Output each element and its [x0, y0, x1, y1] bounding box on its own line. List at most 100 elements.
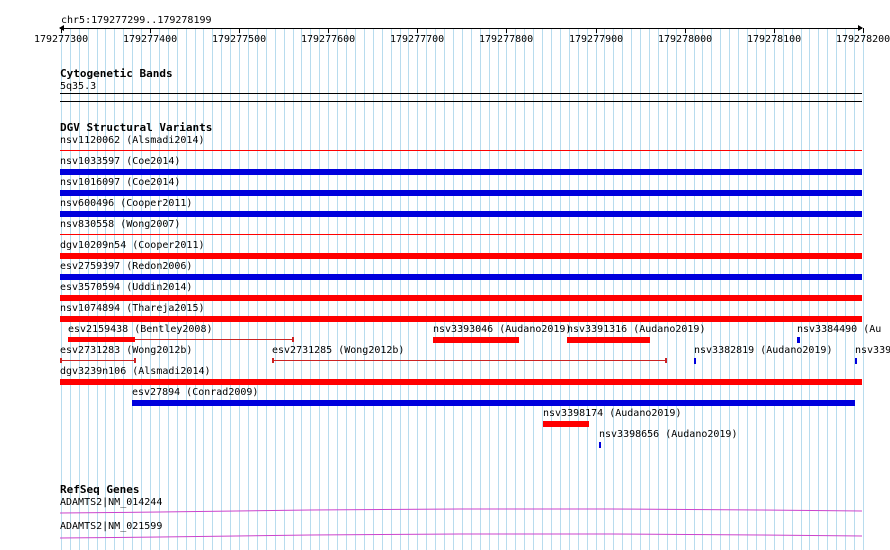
variant-line[interactable] — [60, 150, 862, 151]
variant-label[interactable]: nsv3398174 (Audano2019) — [543, 408, 681, 419]
grid-line — [738, 28, 739, 550]
variant-label[interactable]: nsv3398656 (Audano2019) — [599, 429, 737, 440]
variant-label[interactable]: nsv339 — [855, 345, 890, 356]
grid-line — [640, 28, 641, 550]
variant-bar[interactable] — [567, 337, 650, 343]
variant-bar[interactable] — [132, 400, 855, 406]
variant-label[interactable]: nsv830558 (Wong2007) — [60, 219, 180, 230]
variant-bar[interactable] — [68, 337, 135, 342]
ruler-tick-label: 179278000 — [658, 34, 713, 45]
grid-line — [373, 28, 374, 550]
ruler-tick-label: 179278200 — [836, 34, 890, 45]
grid-line — [631, 28, 632, 550]
cytoband-band[interactable] — [60, 93, 862, 94]
variant-end-cap[interactable] — [665, 358, 667, 363]
variant-bar[interactable] — [694, 358, 696, 364]
variant-label[interactable]: esv3570594 (Uddin2014) — [60, 282, 192, 293]
grid-line — [569, 28, 570, 550]
grid-line — [667, 28, 668, 550]
ruler-tick-label: 179277600 — [301, 34, 356, 45]
grid-line — [863, 28, 864, 550]
variant-end-cap[interactable] — [292, 337, 294, 342]
ruler-tick-mark — [61, 28, 62, 33]
ruler-axis — [60, 28, 862, 29]
variant-bar[interactable] — [855, 358, 857, 364]
variant-bar[interactable] — [60, 379, 862, 385]
ruler-tick-label: 179277400 — [123, 34, 178, 45]
gene-intron-line — [60, 533, 862, 539]
gene-model-line[interactable] — [60, 532, 862, 542]
variant-label[interactable]: nsv600496 (Cooper2011) — [60, 198, 192, 209]
variant-bar[interactable] — [433, 337, 519, 343]
variant-line[interactable] — [60, 234, 862, 235]
variant-line[interactable] — [60, 360, 135, 361]
variant-end-cap[interactable] — [134, 358, 136, 363]
grid-line — [747, 28, 748, 550]
grid-line — [471, 28, 472, 550]
grid-line — [792, 28, 793, 550]
variant-label[interactable]: nsv1033597 (Coe2014) — [60, 156, 180, 167]
variant-label[interactable]: nsv3391316 (Audano2019) — [567, 324, 705, 335]
cytoband-label: 5q35.3 — [60, 81, 97, 92]
refseq-track-title[interactable]: RefSeq Genes — [60, 484, 139, 496]
grid-line — [533, 28, 534, 550]
cytoband-track-title[interactable]: Cytogenetic Bands — [60, 68, 173, 80]
grid-line — [587, 28, 588, 550]
variant-bar[interactable] — [60, 169, 862, 175]
grid-line — [310, 28, 311, 550]
variant-label[interactable]: esv2731285 (Wong2012b) — [272, 345, 404, 356]
grid-line — [284, 28, 285, 550]
gene-model-line[interactable] — [60, 507, 862, 517]
variant-label[interactable]: nsv1120062 (Alsmadi2014) — [60, 135, 205, 146]
grid-line — [622, 28, 623, 550]
variant-bar[interactable] — [60, 253, 862, 259]
dgv-track-title[interactable]: DGV Structural Variants — [60, 122, 212, 134]
variant-bar[interactable] — [60, 316, 862, 322]
ruler-tick-mark — [774, 28, 775, 33]
variant-line[interactable] — [272, 360, 666, 361]
grid-line — [783, 28, 784, 550]
grid-line — [756, 28, 757, 550]
grid-line — [827, 28, 828, 550]
variant-label[interactable]: nsv3393046 (Audano2019) — [433, 324, 571, 335]
variant-bar[interactable] — [60, 295, 862, 301]
variant-label[interactable]: esv2731283 (Wong2012b) — [60, 345, 192, 356]
location-label: chr5:179277299..179278199 — [61, 15, 212, 26]
variant-label[interactable]: nsv1074894 (Thareja2015) — [60, 303, 205, 314]
ruler-tick-mark — [417, 28, 418, 33]
ruler-tick-label: 179277500 — [212, 34, 267, 45]
grid-line — [239, 28, 240, 550]
grid-line — [560, 28, 561, 550]
variant-bar[interactable] — [543, 421, 589, 427]
variant-label[interactable]: esv27894 (Conrad2009) — [132, 387, 258, 398]
grid-line — [230, 28, 231, 550]
variant-bar[interactable] — [60, 190, 862, 196]
grid-line — [195, 28, 196, 550]
variant-bar[interactable] — [60, 211, 862, 217]
variant-label[interactable]: esv2759397 (Redon2006) — [60, 261, 192, 272]
grid-line — [426, 28, 427, 550]
grid-line — [417, 28, 418, 550]
grid-line — [480, 28, 481, 550]
grid-line — [462, 28, 463, 550]
variant-bar[interactable] — [599, 442, 601, 448]
variant-label[interactable]: nsv3384490 (Au — [797, 324, 881, 335]
grid-line — [391, 28, 392, 550]
grid-line — [346, 28, 347, 550]
gene-label[interactable]: ADAMTS2|NM_021599 — [60, 521, 162, 532]
variant-label[interactable]: nsv3382819 (Audano2019) — [694, 345, 832, 356]
grid-line — [444, 28, 445, 550]
ruler[interactable]: 179277300 179277400 179277500 179277600 1792… — [34, 25, 890, 48]
variant-label[interactable]: esv2159438 (Bentley2008) — [68, 324, 213, 335]
variant-label[interactable]: nsv1016097 (Coe2014) — [60, 177, 180, 188]
variant-bar[interactable] — [797, 337, 800, 343]
variant-label[interactable]: dgv10209n54 (Cooper2011) — [60, 240, 205, 251]
grid-line — [818, 28, 819, 550]
variant-end-cap[interactable] — [60, 358, 62, 363]
grid-line — [649, 28, 650, 550]
variant-end-cap[interactable] — [272, 358, 274, 363]
variant-bar[interactable] — [60, 274, 862, 280]
variant-label[interactable]: dgv3239n106 (Alsmadi2014) — [60, 366, 211, 377]
ruler-tick-label: 179278100 — [747, 34, 802, 45]
grid-line — [301, 28, 302, 550]
